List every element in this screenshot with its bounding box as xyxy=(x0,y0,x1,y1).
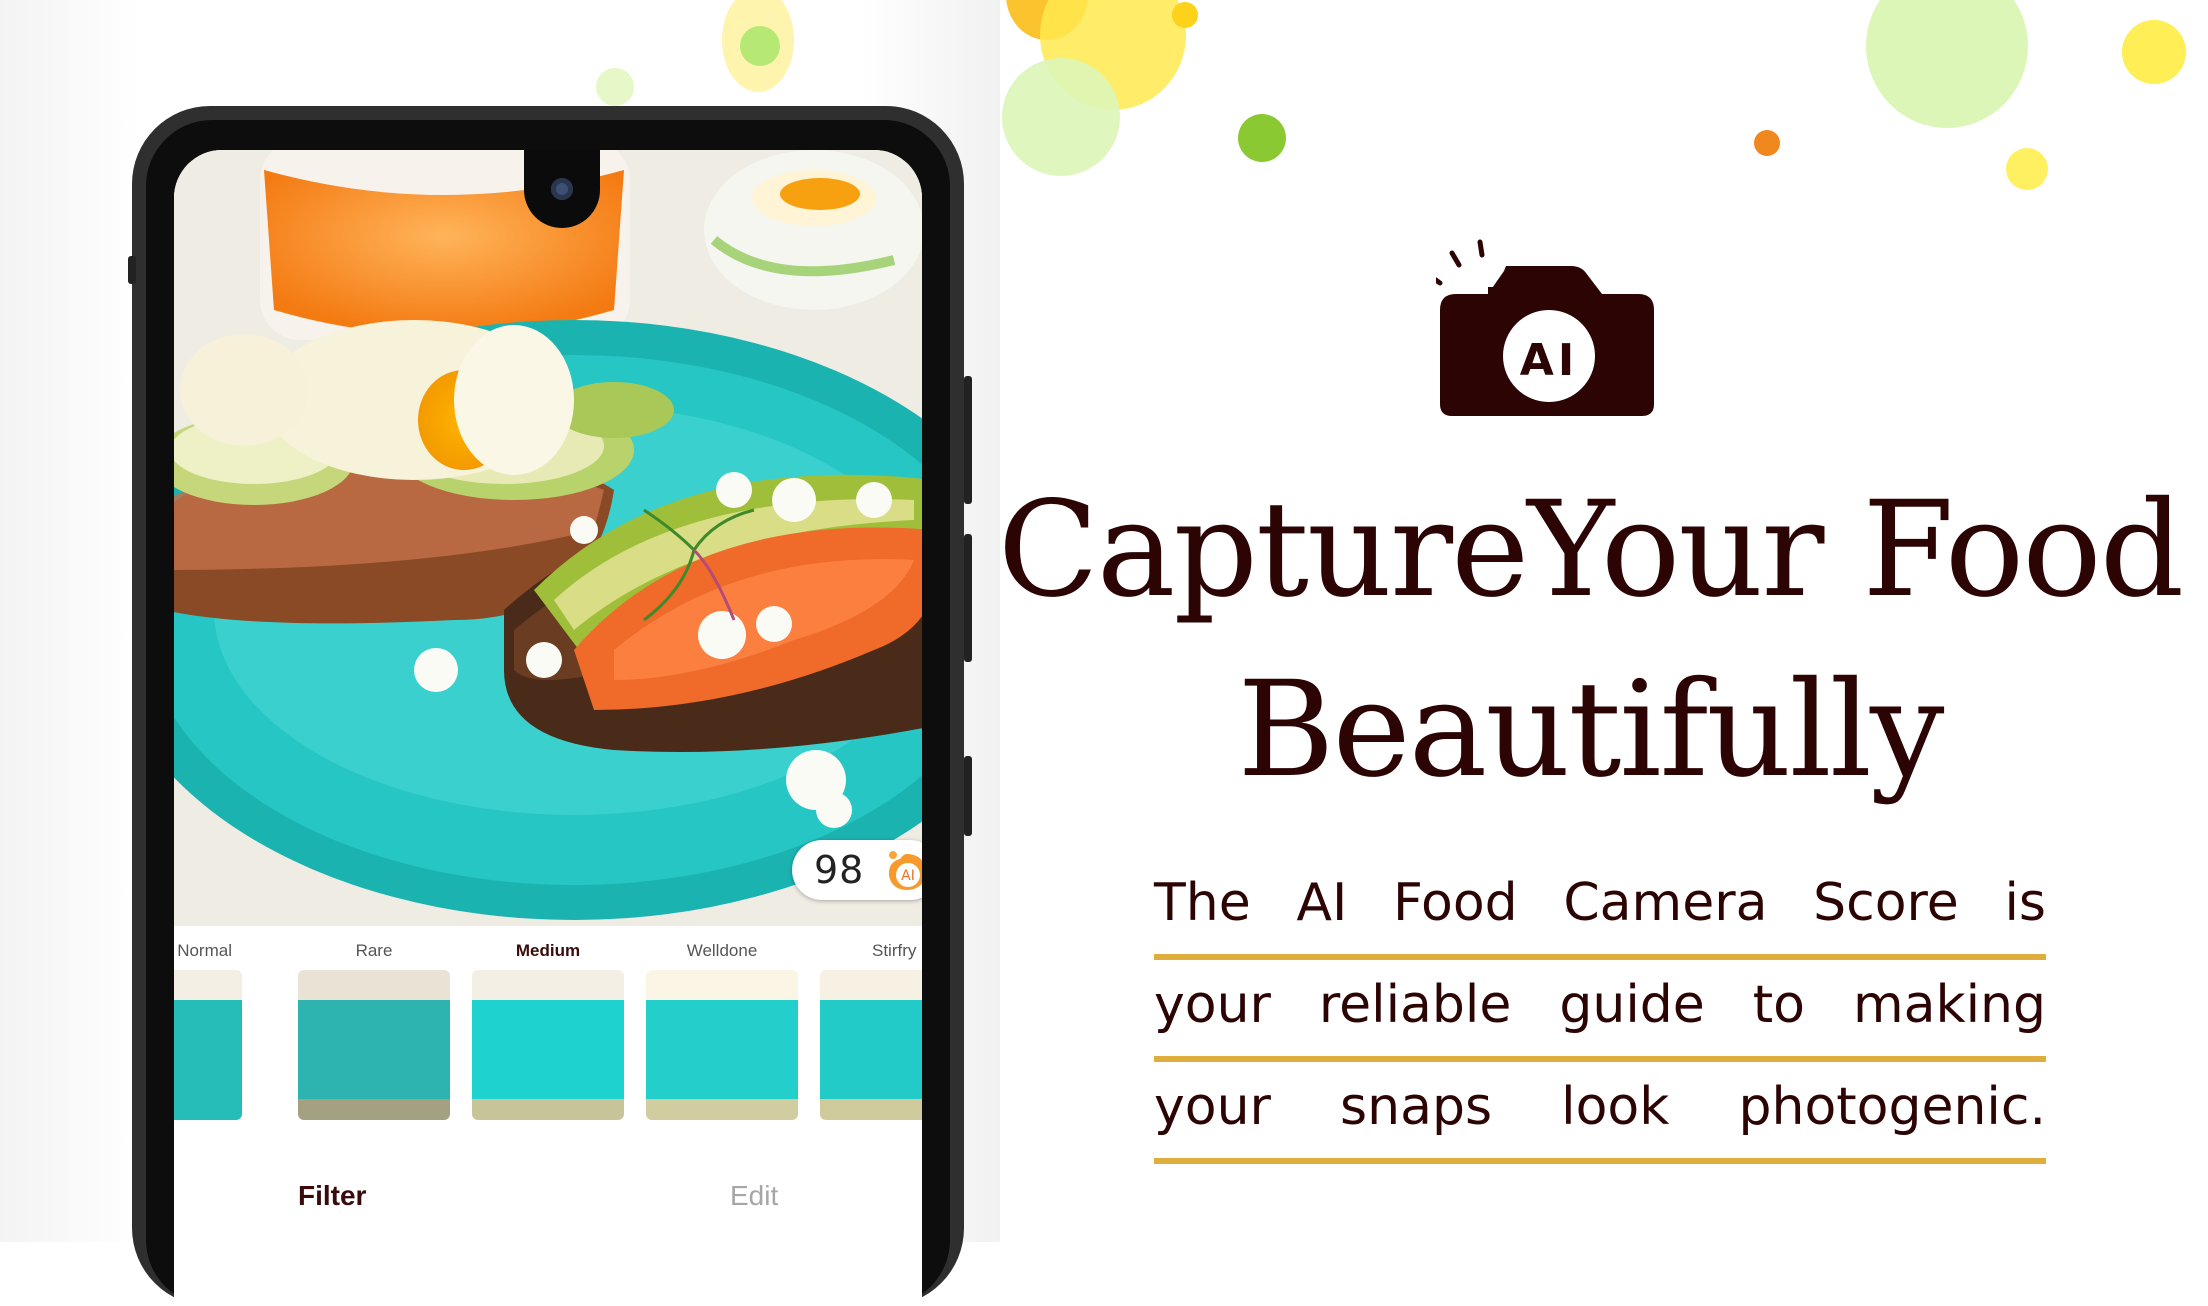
ai-score-badge[interactable]: 98 AI xyxy=(792,840,922,900)
description-line: The AI Food Camera Score is xyxy=(1154,858,2046,960)
front-camera-icon xyxy=(551,178,573,200)
tab-edit[interactable]: Edit xyxy=(730,1180,778,1212)
filter-welldone[interactable]: Welldone xyxy=(646,926,798,1120)
bottom-tabs: Filter Edit xyxy=(174,1150,922,1230)
filter-thumbnail xyxy=(472,970,624,1120)
volume-up-button xyxy=(964,376,972,504)
filter-label: Welldone xyxy=(686,941,758,960)
filter-label: Normal xyxy=(177,941,232,960)
filter-label: Rare xyxy=(355,941,393,960)
phone-mockup: 98 AI Normal Rare Medium Welldone Stirfr… xyxy=(128,106,972,1306)
power-button xyxy=(964,756,972,836)
decor-bubble xyxy=(740,26,780,66)
food-photo-illustration xyxy=(174,150,922,926)
decor-bubble xyxy=(1866,0,2028,128)
filter-thumbnail xyxy=(646,970,798,1120)
phone-bezel: 98 AI Normal Rare Medium Welldone Stirfr… xyxy=(146,120,950,1306)
decor-bubble xyxy=(1754,130,1780,156)
phone-screen: 98 AI Normal Rare Medium Welldone Stirfr… xyxy=(174,150,922,1306)
decor-bubble xyxy=(596,68,634,106)
filter-thumbnail xyxy=(174,970,242,1120)
tab-filter[interactable]: Filter xyxy=(298,1180,366,1212)
volume-down-button xyxy=(964,534,972,662)
svg-text:AI: AI xyxy=(901,868,915,884)
description-line: your reliable guide to making xyxy=(1154,960,2046,1062)
headline-line-1: CaptureYour Food xyxy=(997,473,2185,627)
camera-notch xyxy=(524,150,600,228)
decor-bubble xyxy=(2122,20,2186,84)
decor-bubble xyxy=(1172,2,1198,28)
ai-camera-icon: AI xyxy=(1436,239,1654,416)
filter-label: Medium xyxy=(515,941,581,960)
filter-rare[interactable]: Rare xyxy=(298,926,450,1120)
filter-thumbnail xyxy=(298,970,450,1120)
description: The AI Food Camera Score is your reliabl… xyxy=(1154,858,2046,1164)
decor-bubble xyxy=(2006,148,2048,190)
filter-label: Stirfry xyxy=(872,941,917,960)
food-photo[interactable]: 98 AI xyxy=(174,150,922,926)
svg-text:AI: AI xyxy=(1520,335,1578,386)
description-line: your snaps look photogenic. xyxy=(1154,1062,2046,1164)
decor-bubble xyxy=(1002,58,1120,176)
decor-bubble xyxy=(1238,114,1286,162)
ai-score-icon: AI xyxy=(889,851,922,890)
headline-line-2: Beautifully xyxy=(1237,653,1945,807)
filter-strip: Normal Rare Medium Welldone Stirfry xyxy=(174,926,922,1126)
headline: CaptureYour Food Beautifully xyxy=(980,460,2200,820)
filter-medium[interactable]: Medium xyxy=(472,926,624,1120)
filter-normal[interactable]: Normal xyxy=(174,926,242,1120)
ai-score-value: 98 xyxy=(814,848,865,892)
filter-stirfry[interactable]: Stirfry xyxy=(820,926,922,1120)
filter-thumbnail xyxy=(820,970,922,1120)
phone-side-button xyxy=(128,256,136,284)
